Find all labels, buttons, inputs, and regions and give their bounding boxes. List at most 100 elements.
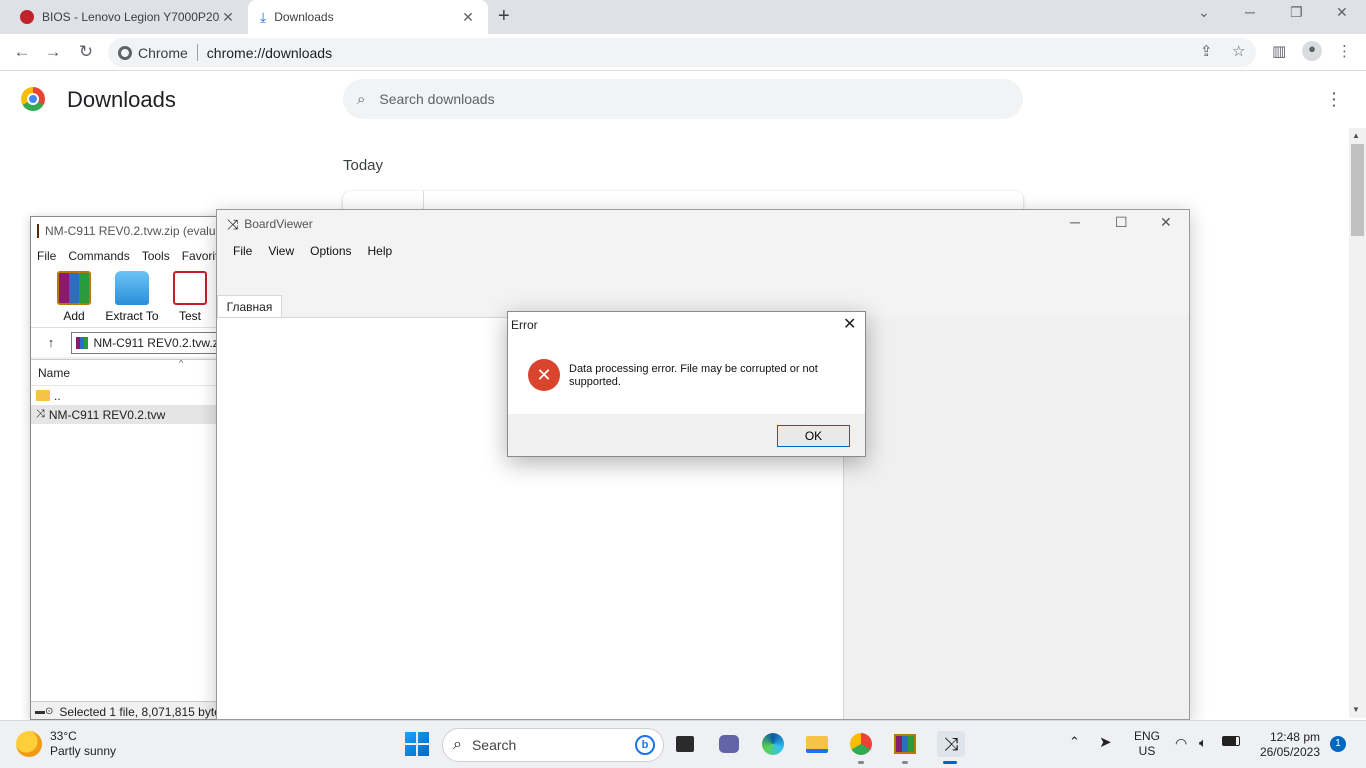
winrar-taskbar-icon[interactable] bbox=[892, 731, 918, 764]
tray-overflow-chevron-icon[interactable]: ⌃ bbox=[1069, 734, 1080, 750]
bookmark-star-icon[interactable]: ☆ bbox=[1232, 42, 1245, 60]
chrome-site-icon bbox=[118, 45, 132, 60]
minimize-button[interactable]: ─ bbox=[1070, 214, 1080, 230]
teams-chat-icon[interactable] bbox=[716, 731, 742, 757]
tool-label: Extract To bbox=[105, 309, 159, 323]
active-indicator bbox=[943, 761, 957, 764]
wifi-icon[interactable]: ◠ bbox=[1175, 735, 1187, 752]
close-button[interactable]: ✕ bbox=[1336, 4, 1348, 21]
menu-file[interactable]: File bbox=[225, 244, 260, 258]
column-name-label: Name bbox=[38, 365, 71, 380]
date-section-label: Today bbox=[343, 157, 384, 174]
tab-close-icon[interactable]: ✕ bbox=[460, 9, 476, 26]
tab-main[interactable]: Главная bbox=[217, 295, 282, 318]
address-bar[interactable]: Chrome chrome://downloads bbox=[108, 38, 1256, 67]
scrollbar-thumb[interactable] bbox=[1351, 144, 1364, 236]
start-windows-icon[interactable] bbox=[405, 732, 429, 756]
search-icon: ⌕ bbox=[357, 90, 366, 108]
task-view-icon[interactable] bbox=[672, 731, 698, 757]
up-arrow-icon[interactable]: ↑ bbox=[31, 335, 71, 350]
tool-label: Add bbox=[63, 309, 85, 323]
boardviewer-titlebar[interactable]: ⤨ BoardViewer bbox=[217, 210, 1189, 238]
list-item-label: NM-C911 REV0.2.tvw bbox=[48, 407, 166, 422]
file-explorer-icon[interactable] bbox=[804, 731, 830, 757]
boardviewer-menubar: File View Options Help bbox=[217, 238, 1189, 264]
column-header-name[interactable]: Name ^ bbox=[31, 358, 229, 386]
omnibox-url[interactable]: chrome://downloads bbox=[207, 45, 332, 61]
archive-icon bbox=[76, 336, 88, 349]
forward-arrow-icon[interactable]: → bbox=[42, 41, 64, 63]
extract-to-button[interactable]: Extract To bbox=[103, 267, 161, 327]
new-tab-button[interactable]: + bbox=[498, 5, 510, 28]
menu-view[interactable]: View bbox=[260, 244, 302, 258]
winrar-statusbar: ▬⊙ Selected 1 file, 8,071,815 bytes bbox=[31, 701, 229, 719]
partly-sunny-icon bbox=[16, 731, 42, 757]
list-item[interactable]: .. bbox=[31, 386, 229, 405]
location-arrow-icon[interactable]: ➤ bbox=[1099, 733, 1112, 751]
scroll-up-arrow-icon[interactable]: ▲ bbox=[1352, 131, 1360, 140]
running-indicator bbox=[858, 761, 864, 764]
dialog-titlebar[interactable]: Error bbox=[508, 312, 865, 337]
minimize-button[interactable]: ─ bbox=[1245, 4, 1255, 20]
dialog-body: ✕ Data processing error. File may be cor… bbox=[508, 337, 865, 414]
add-button[interactable]: Add bbox=[45, 267, 103, 327]
notification-badge[interactable]: 1 bbox=[1330, 736, 1346, 752]
clock-date: 26/05/2023 bbox=[1259, 745, 1320, 759]
tab-strip: BIOS - Lenovo Legion Y7000P2020 ✕ ⤓ Down… bbox=[0, 0, 1366, 34]
weather-desc: Partly sunny bbox=[50, 744, 117, 758]
dialog-close-icon[interactable]: ✕ bbox=[843, 314, 856, 334]
system-clock[interactable]: 12:48 pm 26/05/2023 bbox=[1252, 730, 1320, 760]
winrar-window: NM-C911 REV0.2.tvw.zip (evaluation copy)… bbox=[30, 216, 230, 720]
tab-search-chevron-icon[interactable]: ⌄ bbox=[1198, 4, 1210, 21]
taskbar-search-box[interactable]: ⌕ Search b bbox=[442, 728, 664, 762]
error-message: Data processing error. File may be corru… bbox=[569, 363, 818, 388]
scroll-down-arrow-icon[interactable]: ▼ bbox=[1352, 705, 1360, 714]
side-panel bbox=[843, 317, 1189, 719]
download-icon: ⤓ bbox=[260, 8, 267, 25]
restore-button[interactable]: ❐ bbox=[1290, 4, 1303, 21]
sort-caret-icon: ^ bbox=[179, 358, 184, 368]
search-icon: ⌕ bbox=[453, 736, 462, 753]
menu-help[interactable]: Help bbox=[360, 244, 401, 258]
menu-options[interactable]: Options bbox=[302, 244, 359, 258]
battery-icon[interactable] bbox=[1222, 736, 1240, 746]
weather-widget[interactable]: 33°C Partly sunny bbox=[16, 729, 116, 759]
bing-icon[interactable]: b bbox=[635, 735, 655, 755]
search-placeholder: Search downloads bbox=[379, 91, 495, 107]
tab-close-icon[interactable]: ✕ bbox=[220, 9, 236, 26]
winrar-path-bar: ↑ NM-C911 REV0.2.tvw.zip bbox=[31, 327, 229, 357]
ok-button[interactable]: OK bbox=[777, 425, 850, 447]
profile-avatar-icon[interactable]: ● bbox=[1302, 41, 1322, 61]
browser-toolbar: ← → ↻ Chrome chrome://downloads ⇪ ☆ ▥ ● … bbox=[0, 34, 1366, 71]
downloads-header: Downloads ⌕ Search downloads ⋮ bbox=[0, 71, 1348, 127]
region-code: US bbox=[1138, 744, 1156, 758]
maximize-button[interactable]: ☐ bbox=[1115, 214, 1128, 231]
winrar-title: NM-C911 REV0.2.tvw.zip (evaluation copy) bbox=[45, 224, 229, 238]
downloads-menu-icon[interactable]: ⋮ bbox=[1325, 89, 1343, 110]
menu-commands[interactable]: Commands bbox=[62, 249, 135, 263]
volume-icon[interactable]: 🔈︎ bbox=[1199, 735, 1207, 751]
archive-path-field[interactable]: NM-C911 REV0.2.tvw.zip bbox=[71, 331, 229, 354]
side-panel-icon[interactable]: ▥ bbox=[1272, 42, 1286, 60]
test-button[interactable]: Test bbox=[161, 267, 219, 327]
search-downloads-input[interactable]: ⌕ Search downloads bbox=[343, 79, 1023, 119]
edge-browser-icon[interactable] bbox=[760, 731, 786, 757]
list-item[interactable]: ⤨ NM-C911 REV0.2.tvw bbox=[31, 405, 229, 424]
language-indicator[interactable]: ENG US bbox=[1134, 729, 1160, 759]
reload-icon[interactable]: ↻ bbox=[75, 41, 97, 63]
tab-bios[interactable]: BIOS - Lenovo Legion Y7000P2020 ✕ bbox=[8, 0, 248, 34]
close-button[interactable]: ✕ bbox=[1160, 214, 1172, 231]
menu-file[interactable]: File bbox=[31, 249, 62, 263]
page-scrollbar[interactable]: ▲ ▼ bbox=[1349, 128, 1366, 718]
boardviewer-taskbar-icon[interactable]: ⤨ bbox=[937, 731, 965, 764]
chrome-taskbar-icon[interactable] bbox=[848, 731, 874, 764]
chrome-menu-icon[interactable]: ⋮ bbox=[1337, 42, 1352, 60]
back-arrow-icon[interactable]: ← bbox=[11, 41, 33, 63]
share-icon[interactable]: ⇪ bbox=[1200, 42, 1213, 60]
tab-downloads[interactable]: ⤓ Downloads ✕ bbox=[248, 0, 488, 34]
menu-tools[interactable]: Tools bbox=[136, 249, 176, 263]
winrar-menubar: File Commands Tools Favorites bbox=[31, 245, 229, 267]
winrar-titlebar[interactable]: NM-C911 REV0.2.tvw.zip (evaluation copy) bbox=[31, 217, 229, 245]
running-indicator bbox=[902, 761, 908, 764]
error-dialog: Error ✕ ✕ Data processing error. File ma… bbox=[507, 311, 866, 457]
